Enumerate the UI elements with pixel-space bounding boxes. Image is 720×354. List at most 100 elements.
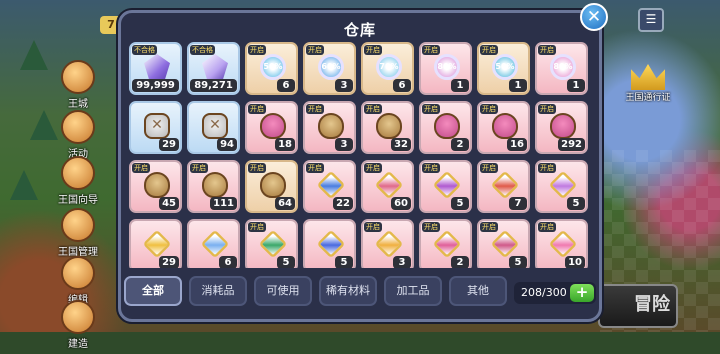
kingdom-pass-button[interactable]: 王国通行证 — [622, 64, 674, 103]
bag-icon — [492, 113, 518, 139]
item-slot[interactable]: 开启 5 — [535, 160, 588, 213]
item-tag: 开启 — [248, 45, 266, 55]
item-slot[interactable]: 开启 60 — [361, 160, 414, 213]
card-icon — [490, 170, 520, 200]
badge-icon: 80% — [550, 54, 576, 80]
badge-icon: 60% — [318, 54, 344, 80]
expand-capacity-button[interactable]: + — [570, 284, 594, 302]
close-icon: ✕ — [586, 7, 602, 27]
pouch-icon — [318, 113, 344, 139]
item-tag: 开启 — [480, 163, 498, 173]
item-slot[interactable]: ✕ 29 — [129, 101, 182, 154]
side-menu-item[interactable]: 王国管理所 — [56, 208, 100, 273]
tab-0[interactable]: 全部 — [124, 276, 182, 306]
item-slot[interactable]: 开启 50% 6 — [245, 42, 298, 95]
item-tag: 开启 — [190, 163, 208, 173]
item-slot[interactable]: 开启 292 — [535, 101, 588, 154]
item-slot[interactable]: 开启 5 — [419, 160, 472, 213]
item-slot[interactable]: 开启 5 — [245, 219, 298, 268]
card-icon — [432, 170, 462, 200]
item-tag: 开启 — [306, 104, 324, 114]
item-slot[interactable]: 开启 2 — [419, 101, 472, 154]
item-slot[interactable]: 开启 10 — [535, 219, 588, 268]
close-button[interactable]: ✕ — [580, 3, 608, 31]
build-icon — [61, 300, 95, 334]
item-count: 111 — [210, 197, 237, 210]
item-count: 64 — [275, 197, 295, 210]
item-slot[interactable]: 开启 3 — [303, 101, 356, 154]
item-slot[interactable]: 开启 7 — [477, 160, 530, 213]
adventure-label: 冒险 — [634, 294, 670, 315]
menu-button[interactable]: ☰ — [638, 8, 664, 32]
crystal-icon — [144, 54, 170, 80]
item-slot[interactable]: 6 — [187, 219, 240, 268]
item-slot[interactable]: 5 — [303, 219, 356, 268]
item-slot[interactable]: 不合格 89,271 — [187, 42, 240, 95]
item-count: 45 — [159, 197, 179, 210]
item-count: 5 — [509, 256, 527, 268]
item-slot[interactable]: 开启 64 — [245, 160, 298, 213]
tab-3[interactable]: 稀有材料 — [319, 276, 377, 306]
item-slot[interactable]: 开启 80% 1 — [535, 42, 588, 95]
item-tag: 开启 — [422, 222, 440, 232]
adventure-button[interactable]: 冒险 — [598, 284, 678, 328]
item-count: 3 — [335, 138, 353, 151]
tab-4[interactable]: 加工品 — [384, 276, 442, 306]
item-count: 29 — [159, 256, 179, 268]
item-tag: 不合格 — [190, 45, 215, 55]
edit-icon — [61, 256, 95, 290]
item-slot[interactable]: 开启 60% 3 — [303, 42, 356, 95]
item-slot[interactable]: 开启 16 — [477, 101, 530, 154]
crystal-icon — [202, 54, 228, 80]
item-count: 5 — [277, 256, 295, 268]
item-tag: 开启 — [364, 163, 382, 173]
item-count: 5 — [335, 256, 353, 268]
item-slot[interactable]: 开启 80% 1 — [419, 42, 472, 95]
item-count: 6 — [393, 79, 411, 92]
item-slot[interactable]: 开启 32 — [361, 101, 414, 154]
item-slot[interactable]: 开启 5 — [477, 219, 530, 268]
category-tabs: 全部 消耗品 可使用 稀有材料 加工品 其他 — [124, 276, 507, 310]
card-icon — [490, 229, 520, 259]
item-count: 2 — [451, 256, 469, 268]
item-slot[interactable]: 开启 45 — [129, 160, 182, 213]
item-count: 89,271 — [190, 79, 237, 92]
item-count: 292 — [558, 138, 585, 151]
item-count: 3 — [393, 256, 411, 268]
bag-icon — [260, 113, 286, 139]
plus-icon: + — [575, 283, 589, 301]
item-slot[interactable]: 29 — [129, 219, 182, 268]
item-slot[interactable]: 开启 70% 6 — [361, 42, 414, 95]
item-tag: 开启 — [248, 222, 266, 232]
side-menu-item[interactable]: 建造 — [56, 300, 100, 354]
item-slot[interactable]: 开启 18 — [245, 101, 298, 154]
bag-icon — [434, 113, 460, 139]
item-tag: 开启 — [422, 45, 440, 55]
tab-2[interactable]: 可使用 — [254, 276, 312, 306]
item-slot[interactable]: 开启 111 — [187, 160, 240, 213]
item-slot[interactable]: ✕ 94 — [187, 101, 240, 154]
item-count: 22 — [333, 197, 353, 210]
item-slot[interactable]: 开启 22 — [303, 160, 356, 213]
item-count: 2 — [451, 138, 469, 151]
pouch-icon — [260, 172, 286, 198]
item-count: 5 — [451, 197, 469, 210]
card-icon — [316, 229, 346, 259]
side-menu-item[interactable]: 王城 — [56, 60, 100, 114]
item-slot[interactable]: 不合格 99,999 — [129, 42, 182, 95]
card-icon — [374, 170, 404, 200]
item-tag: 开启 — [248, 163, 266, 173]
item-tag: 开启 — [538, 104, 556, 114]
item-slot[interactable]: 开启 3 — [361, 219, 414, 268]
tree-decoration — [10, 170, 38, 200]
item-slot[interactable]: 开启 2 — [419, 219, 472, 268]
side-menu-label: 王城 — [68, 99, 88, 110]
tab-5[interactable]: 其他 — [449, 276, 507, 306]
office-icon — [61, 208, 95, 242]
item-tag: 开启 — [480, 222, 498, 232]
item-count: 60 — [391, 197, 411, 210]
tab-1[interactable]: 消耗品 — [189, 276, 247, 306]
item-tag: 开启 — [422, 163, 440, 173]
side-menu-item[interactable]: 王国向导 — [56, 156, 100, 210]
item-slot[interactable]: 开启 50% 1 — [477, 42, 530, 95]
